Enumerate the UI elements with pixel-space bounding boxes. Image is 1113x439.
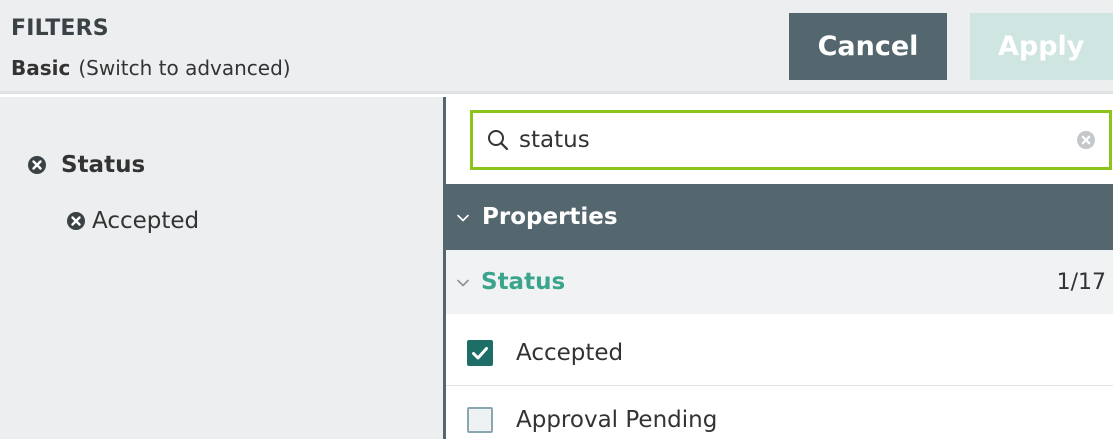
selected-item-label: Accepted [92, 208, 200, 234]
chevron-down-icon [456, 210, 470, 224]
status-group-label: Status [481, 269, 566, 295]
switch-to-advanced-link[interactable]: (Switch to advanced) [78, 56, 290, 80]
chevron-down-icon [456, 275, 470, 289]
checkbox-accepted[interactable] [467, 339, 493, 366]
option-row-approval-pending[interactable]: Approval Pending [446, 387, 1113, 439]
remove-group-icon[interactable] [27, 155, 47, 175]
mode-current-label: Basic [11, 56, 71, 80]
selected-filters-pane [0, 97, 443, 439]
checkmark-icon [472, 346, 488, 359]
page-title: FILTERS [11, 16, 109, 41]
apply-button[interactable]: Apply [970, 13, 1113, 80]
clear-search-icon[interactable] [1076, 130, 1096, 150]
search-icon [486, 128, 510, 152]
selected-group-label: Status [61, 152, 146, 178]
selected-item-accepted: Accepted [66, 208, 199, 234]
status-selected-count: 1/17 [1056, 269, 1106, 295]
properties-section-header[interactable]: Properties [446, 184, 1113, 250]
option-label-approval-pending: Approval Pending [516, 407, 718, 433]
option-label-accepted: Accepted [516, 339, 624, 366]
properties-section-label: Properties [482, 204, 618, 230]
status-group-header[interactable]: Status 1/17 [446, 250, 1113, 314]
remove-item-icon[interactable] [66, 211, 86, 231]
option-row-accepted[interactable]: Accepted [446, 320, 1113, 386]
filters-header: FILTERS Basic (Switch to advanced) Cancel… [0, 0, 1113, 94]
checkbox-approval-pending[interactable] [467, 407, 493, 433]
filter-mode: Basic (Switch to advanced) [11, 56, 291, 80]
search-input[interactable] [519, 122, 1039, 158]
filters-panel: FILTERS Basic (Switch to advanced) Cancel… [0, 0, 1113, 439]
search-field[interactable] [470, 110, 1112, 170]
cancel-button[interactable]: Cancel [789, 13, 947, 80]
selected-group-status: Status [27, 152, 145, 178]
